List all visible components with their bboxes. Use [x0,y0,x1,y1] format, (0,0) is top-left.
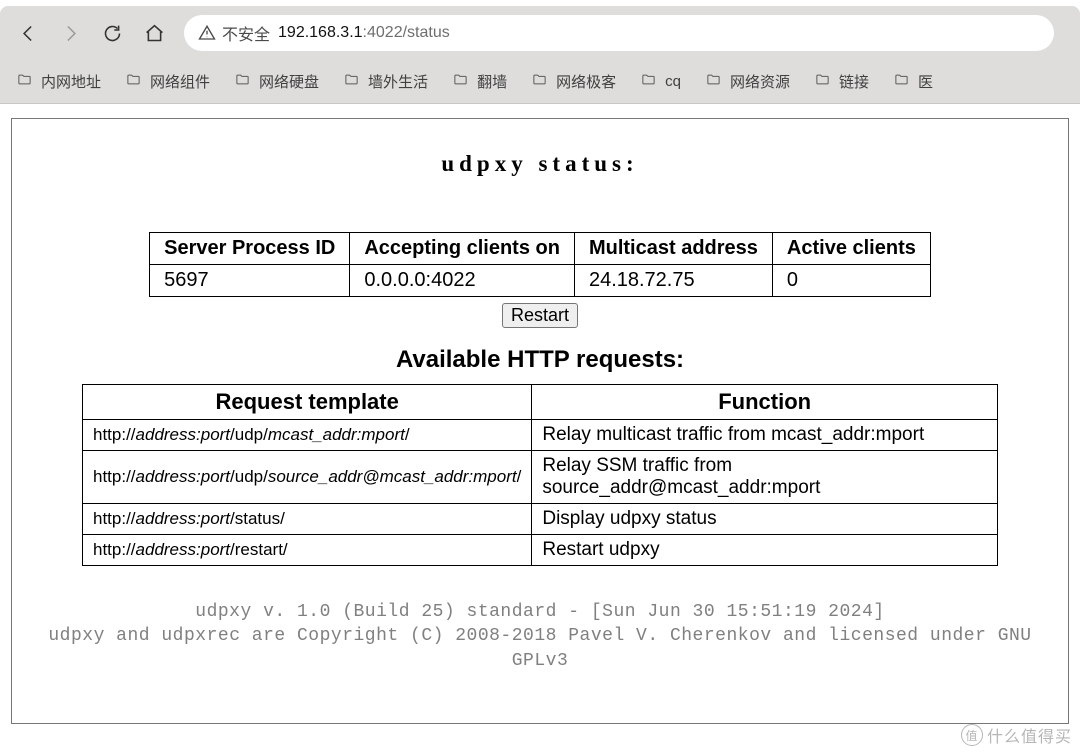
forward-button[interactable] [58,21,82,45]
folder-icon [16,72,33,91]
footer-text: udpxy v. 1.0 (Build 25) standard - [Sun … [20,600,1060,673]
url-host: 192.168.3.1 [278,24,363,41]
function-cell: Restart udpxy [532,535,998,566]
page-title: udpxy status: [20,151,1060,177]
folder-icon [125,72,142,91]
function-cell: Display udpxy status [532,504,998,535]
column-header: Active clients [772,233,930,265]
footer-line: udpxy v. 1.0 (Build 25) standard - [Sun … [20,600,1060,624]
bookmark-item[interactable]: 墙外生活 [343,71,428,92]
column-header: Accepting clients on [350,233,575,265]
column-header: Server Process ID [150,233,350,265]
back-button[interactable] [16,21,40,45]
bookmark-label: 内网地址 [41,71,101,92]
bookmark-label: 墙外生活 [368,71,428,92]
bookmark-item[interactable]: cq [640,72,681,91]
bookmark-item[interactable]: 网络硬盘 [234,71,319,92]
bookmark-label: 网络资源 [730,71,790,92]
requests-table: Request template Function http://address… [82,384,998,566]
table-cell: 24.18.72.75 [574,265,772,297]
request-template-cell: http://address:port/udp/mcast_addr:mport… [83,420,532,451]
page-viewport: udpxy status: Server Process IDAccepting… [0,104,1080,724]
function-cell: Relay SSM traffic from source_addr@mcast… [532,451,998,504]
home-button[interactable] [142,21,166,45]
bookmark-item[interactable]: 链接 [814,71,869,92]
folder-icon [343,72,360,91]
requests-heading: Available HTTP requests: [20,346,1060,374]
folder-icon [705,72,722,91]
reload-button[interactable] [100,21,124,45]
folder-icon [893,72,910,91]
bookmark-label: 医 [918,71,933,92]
address-bar[interactable]: 不安全 192.168.3.1:4022/status [184,15,1054,51]
bookmark-item[interactable]: 网络极客 [531,71,616,92]
column-header: Multicast address [574,233,772,265]
status-table: Server Process IDAccepting clients onMul… [149,232,931,297]
watermark-text: 什么值得买 [987,723,1072,747]
security-label: 不安全 [222,21,270,45]
bookmark-item[interactable]: 内网地址 [16,71,101,92]
bookmark-label: 网络组件 [150,71,210,92]
table-row: http://address:port/status/Display udpxy… [83,504,998,535]
table-row: http://address:port/restart/Restart udpx… [83,535,998,566]
content-frame: udpxy status: Server Process IDAccepting… [11,118,1069,724]
url-rest: :4022/status [363,24,450,41]
folder-icon [452,72,469,91]
watermark: 值 什么值得买 [961,723,1072,747]
bookmark-label: cq [665,73,681,90]
table-row: http://address:port/udp/mcast_addr:mport… [83,420,998,451]
bookmark-item[interactable]: 网络组件 [125,71,210,92]
table-row: http://address:port/udp/source_addr@mcas… [83,451,998,504]
table-row: 56970.0.0.0:402224.18.72.750 [150,265,931,297]
bookmark-label: 网络极客 [556,71,616,92]
folder-icon [814,72,831,91]
bookmark-label: 网络硬盘 [259,71,319,92]
browser-toolbar: 不安全 192.168.3.1:4022/status [0,6,1080,60]
col-request-template: Request template [83,385,532,420]
col-function: Function [532,385,998,420]
restart-button[interactable]: Restart [502,303,578,328]
warning-icon [198,24,216,42]
folder-icon [234,72,251,91]
bookmark-item[interactable]: 医 [893,71,933,92]
url-text: 192.168.3.1:4022/status [278,24,450,42]
request-template-cell: http://address:port/status/ [83,504,532,535]
table-cell: 5697 [150,265,350,297]
bookmark-label: 链接 [839,71,869,92]
table-cell: 0.0.0.0:4022 [350,265,575,297]
watermark-icon: 值 [961,724,983,746]
bookmark-label: 翻墙 [477,71,507,92]
request-template-cell: http://address:port/udp/source_addr@mcas… [83,451,532,504]
request-template-cell: http://address:port/restart/ [83,535,532,566]
bookmark-item[interactable]: 网络资源 [705,71,790,92]
function-cell: Relay multicast traffic from mcast_addr:… [532,420,998,451]
table-cell: 0 [772,265,930,297]
folder-icon [531,72,548,91]
bookmark-item[interactable]: 翻墙 [452,71,507,92]
folder-icon [640,72,657,91]
bookmarks-bar: 内网地址 网络组件 网络硬盘 墙外生活 翻墙 网络极客 cq 网络资源 链接 医 [0,60,1080,104]
footer-line: udpxy and udpxrec are Copyright (C) 2008… [20,624,1060,673]
security-badge[interactable]: 不安全 [198,21,270,45]
